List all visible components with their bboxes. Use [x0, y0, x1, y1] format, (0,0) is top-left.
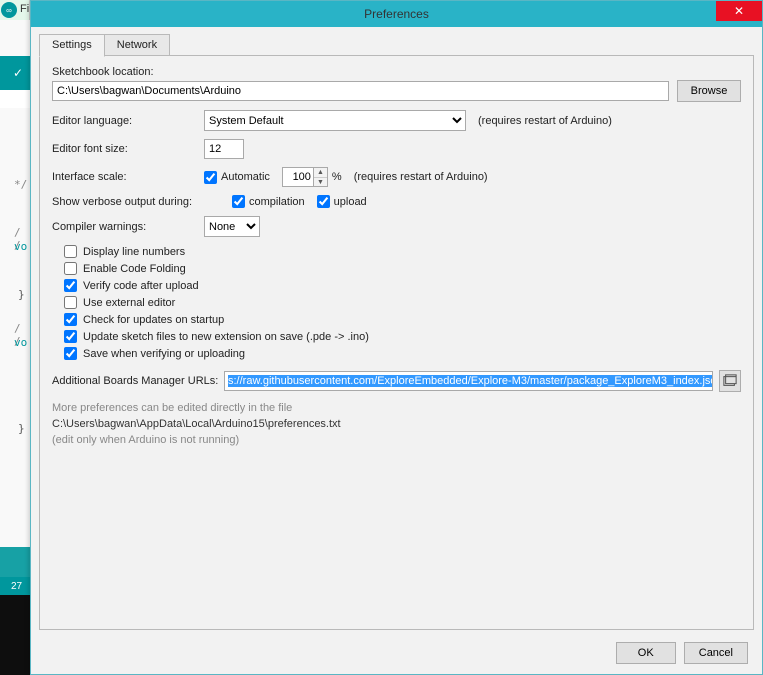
verbose-upload-checkbox[interactable]: [317, 195, 330, 208]
compiler-warnings-select[interactable]: None: [204, 216, 260, 237]
verbose-compilation-label: compilation: [249, 196, 305, 208]
restart-hint-scale: (requires restart of Arduino): [354, 171, 488, 183]
check-updates-label: Check for updates on startup: [83, 314, 224, 326]
dialog-title: Preferences: [364, 7, 429, 21]
more-prefs-path: C:\Users\bagwan\AppData\Local\Arduino15\…: [52, 418, 741, 430]
interface-scale-automatic-checkbox[interactable]: [204, 171, 217, 184]
save-when-verifying-label: Save when verifying or uploading: [83, 348, 245, 360]
boards-manager-urls-expand-button[interactable]: [719, 370, 741, 392]
editor-font-size-input[interactable]: [204, 139, 244, 159]
browse-button[interactable]: Browse: [677, 80, 741, 102]
interface-scale-input[interactable]: [283, 168, 313, 186]
enable-code-folding-checkbox[interactable]: [64, 262, 77, 275]
enable-code-folding-label: Enable Code Folding: [83, 263, 186, 275]
boards-manager-urls-input[interactable]: s://raw.githubusercontent.com/ExploreEmb…: [224, 371, 713, 391]
preferences-dialog: Preferences ✕ Settings Network Sketchboo…: [30, 0, 763, 675]
ide-code-area: */ / / vo } / / vo }: [0, 108, 33, 567]
ide-status-stripe: [0, 547, 33, 577]
more-prefs-hint: (edit only when Arduino is not running): [52, 434, 741, 446]
check-icon: ✓: [13, 66, 23, 80]
restart-hint-lang: (requires restart of Arduino): [478, 115, 612, 127]
verbose-compilation-checkbox[interactable]: [232, 195, 245, 208]
interface-scale-automatic-label: Automatic: [221, 171, 270, 183]
spinner-up-icon[interactable]: ▲: [314, 168, 327, 177]
ok-button[interactable]: OK: [616, 642, 676, 664]
verbose-output-label: Show verbose output during:: [52, 196, 232, 208]
close-button[interactable]: ✕: [716, 1, 762, 21]
update-sketch-ext-checkbox[interactable]: [64, 330, 77, 343]
close-icon: ✕: [734, 4, 744, 18]
spinner-down-icon[interactable]: ▼: [314, 177, 327, 186]
ide-line-indicator: 27: [0, 577, 33, 595]
tab-strip: Settings Network: [39, 33, 754, 56]
sketchbook-location-label: Sketchbook location:: [52, 66, 154, 78]
use-external-editor-label: Use external editor: [83, 297, 175, 309]
boards-manager-urls-label: Additional Boards Manager URLs:: [52, 375, 224, 387]
ide-console: [0, 595, 33, 675]
arduino-logo-icon: ∞: [1, 2, 17, 18]
window-icon: [723, 374, 737, 388]
cancel-button[interactable]: Cancel: [684, 642, 748, 664]
more-prefs-intro: More preferences can be edited directly …: [52, 402, 741, 414]
display-line-numbers-checkbox[interactable]: [64, 245, 77, 258]
settings-panel: Sketchbook location: Browse Editor langu…: [39, 55, 754, 630]
save-when-verifying-checkbox[interactable]: [64, 347, 77, 360]
check-updates-checkbox[interactable]: [64, 313, 77, 326]
editor-language-select[interactable]: System Default: [204, 110, 466, 131]
ide-tab-bar: [0, 90, 33, 108]
sketchbook-location-input[interactable]: [52, 81, 669, 101]
verify-after-upload-label: Verify code after upload: [83, 280, 199, 292]
percent-label: %: [332, 171, 342, 183]
verify-after-upload-checkbox[interactable]: [64, 279, 77, 292]
editor-language-label: Editor language:: [52, 115, 204, 127]
use-external-editor-checkbox[interactable]: [64, 296, 77, 309]
display-line-numbers-label: Display line numbers: [83, 246, 185, 258]
interface-scale-spinner[interactable]: ▲ ▼: [282, 167, 328, 187]
interface-scale-label: Interface scale:: [52, 171, 204, 183]
tab-network[interactable]: Network: [104, 34, 170, 57]
editor-font-size-label: Editor font size:: [52, 143, 204, 155]
dialog-titlebar[interactable]: Preferences ✕: [31, 1, 762, 27]
compiler-warnings-label: Compiler warnings:: [52, 221, 204, 233]
tab-settings[interactable]: Settings: [39, 34, 105, 57]
verbose-upload-label: upload: [334, 196, 367, 208]
verify-button[interactable]: ✓: [7, 62, 29, 84]
update-sketch-ext-label: Update sketch files to new extension on …: [83, 331, 369, 343]
